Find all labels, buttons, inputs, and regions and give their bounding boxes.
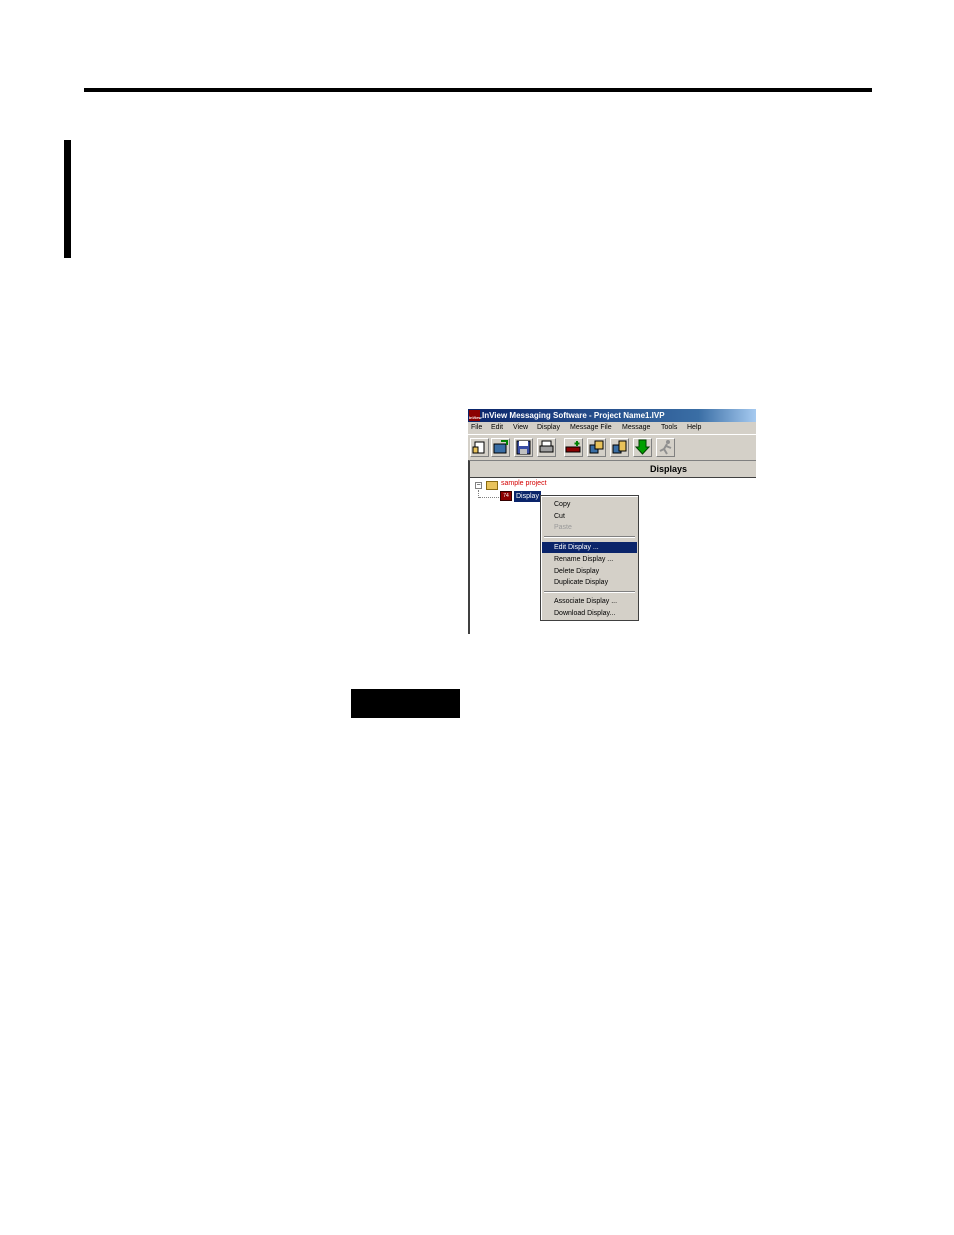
save-icon — [516, 440, 531, 455]
tree-connector — [479, 497, 499, 498]
menu-view[interactable]: View — [513, 422, 528, 434]
add-display-icon — [565, 441, 581, 453]
menu-tools[interactable]: Tools — [661, 422, 677, 434]
copy-display-button[interactable] — [587, 438, 606, 457]
menu-item-duplicate-display[interactable]: Duplicate Display — [542, 577, 637, 588]
menu-item-cut[interactable]: Cut — [542, 511, 637, 522]
menu-separator — [544, 591, 635, 593]
label-tab — [351, 689, 460, 718]
folder-icon — [486, 481, 498, 490]
app-screenshot: InView InView Messaging Software - Proje… — [468, 409, 756, 634]
menu-separator — [544, 536, 635, 538]
app-logo-icon: InView — [469, 410, 482, 421]
open-project-button[interactable] — [491, 438, 510, 457]
menu-item-rename-display[interactable]: Rename Display ... — [542, 554, 637, 565]
panel-title: Displays — [650, 464, 688, 474]
menu-display[interactable]: Display — [537, 422, 560, 434]
window-titlebar: InView InView Messaging Software - Proje… — [468, 409, 756, 422]
run-icon — [659, 440, 672, 455]
new-project-icon — [472, 441, 485, 454]
collapse-toggle[interactable]: − — [475, 482, 482, 489]
add-display-button[interactable] — [564, 438, 583, 457]
associate-icon — [612, 440, 627, 454]
menu-file[interactable]: File — [471, 422, 482, 434]
menu-item-delete-display[interactable]: Delete Display — [542, 566, 637, 577]
copy-display-icon — [589, 440, 604, 454]
menu-item-download-display[interactable]: Download Display... — [542, 608, 637, 619]
menu-item-copy[interactable]: Copy — [542, 499, 637, 510]
new-project-button[interactable] — [470, 438, 489, 457]
download-icon — [634, 439, 651, 455]
context-menu: Copy Cut Paste Edit Display ... Rename D… — [540, 495, 639, 621]
menu-help[interactable]: Help — [687, 422, 701, 434]
menu-message-file[interactable]: Message File — [570, 422, 612, 434]
save-button[interactable] — [514, 438, 533, 457]
window-title: InView Messaging Software - Project Name… — [482, 411, 665, 420]
print-button[interactable] — [537, 438, 556, 457]
print-icon — [539, 440, 554, 453]
menu-message[interactable]: Message — [622, 422, 650, 434]
menu-item-edit-display[interactable]: Edit Display ... — [542, 542, 637, 553]
chapter-marker-bar — [64, 140, 71, 258]
tree-item-display[interactable]: Display — [514, 491, 541, 502]
menu-item-associate-display[interactable]: Associate Display ... — [542, 596, 637, 607]
menu-edit[interactable]: Edit — [491, 422, 503, 434]
menu-bar: File Edit View Display Message File Mess… — [468, 422, 756, 434]
top-rule — [84, 88, 872, 92]
display-icon: 74 — [500, 491, 512, 501]
open-project-icon — [493, 440, 508, 454]
associate-button[interactable] — [610, 438, 629, 457]
displays-panel-header: Displays — [468, 460, 756, 478]
tree-root-label[interactable]: sample project — [501, 480, 547, 487]
toolbar — [468, 434, 756, 460]
run-button[interactable] — [656, 438, 675, 457]
menu-item-paste: Paste — [554, 524, 572, 531]
download-button[interactable] — [633, 438, 652, 457]
